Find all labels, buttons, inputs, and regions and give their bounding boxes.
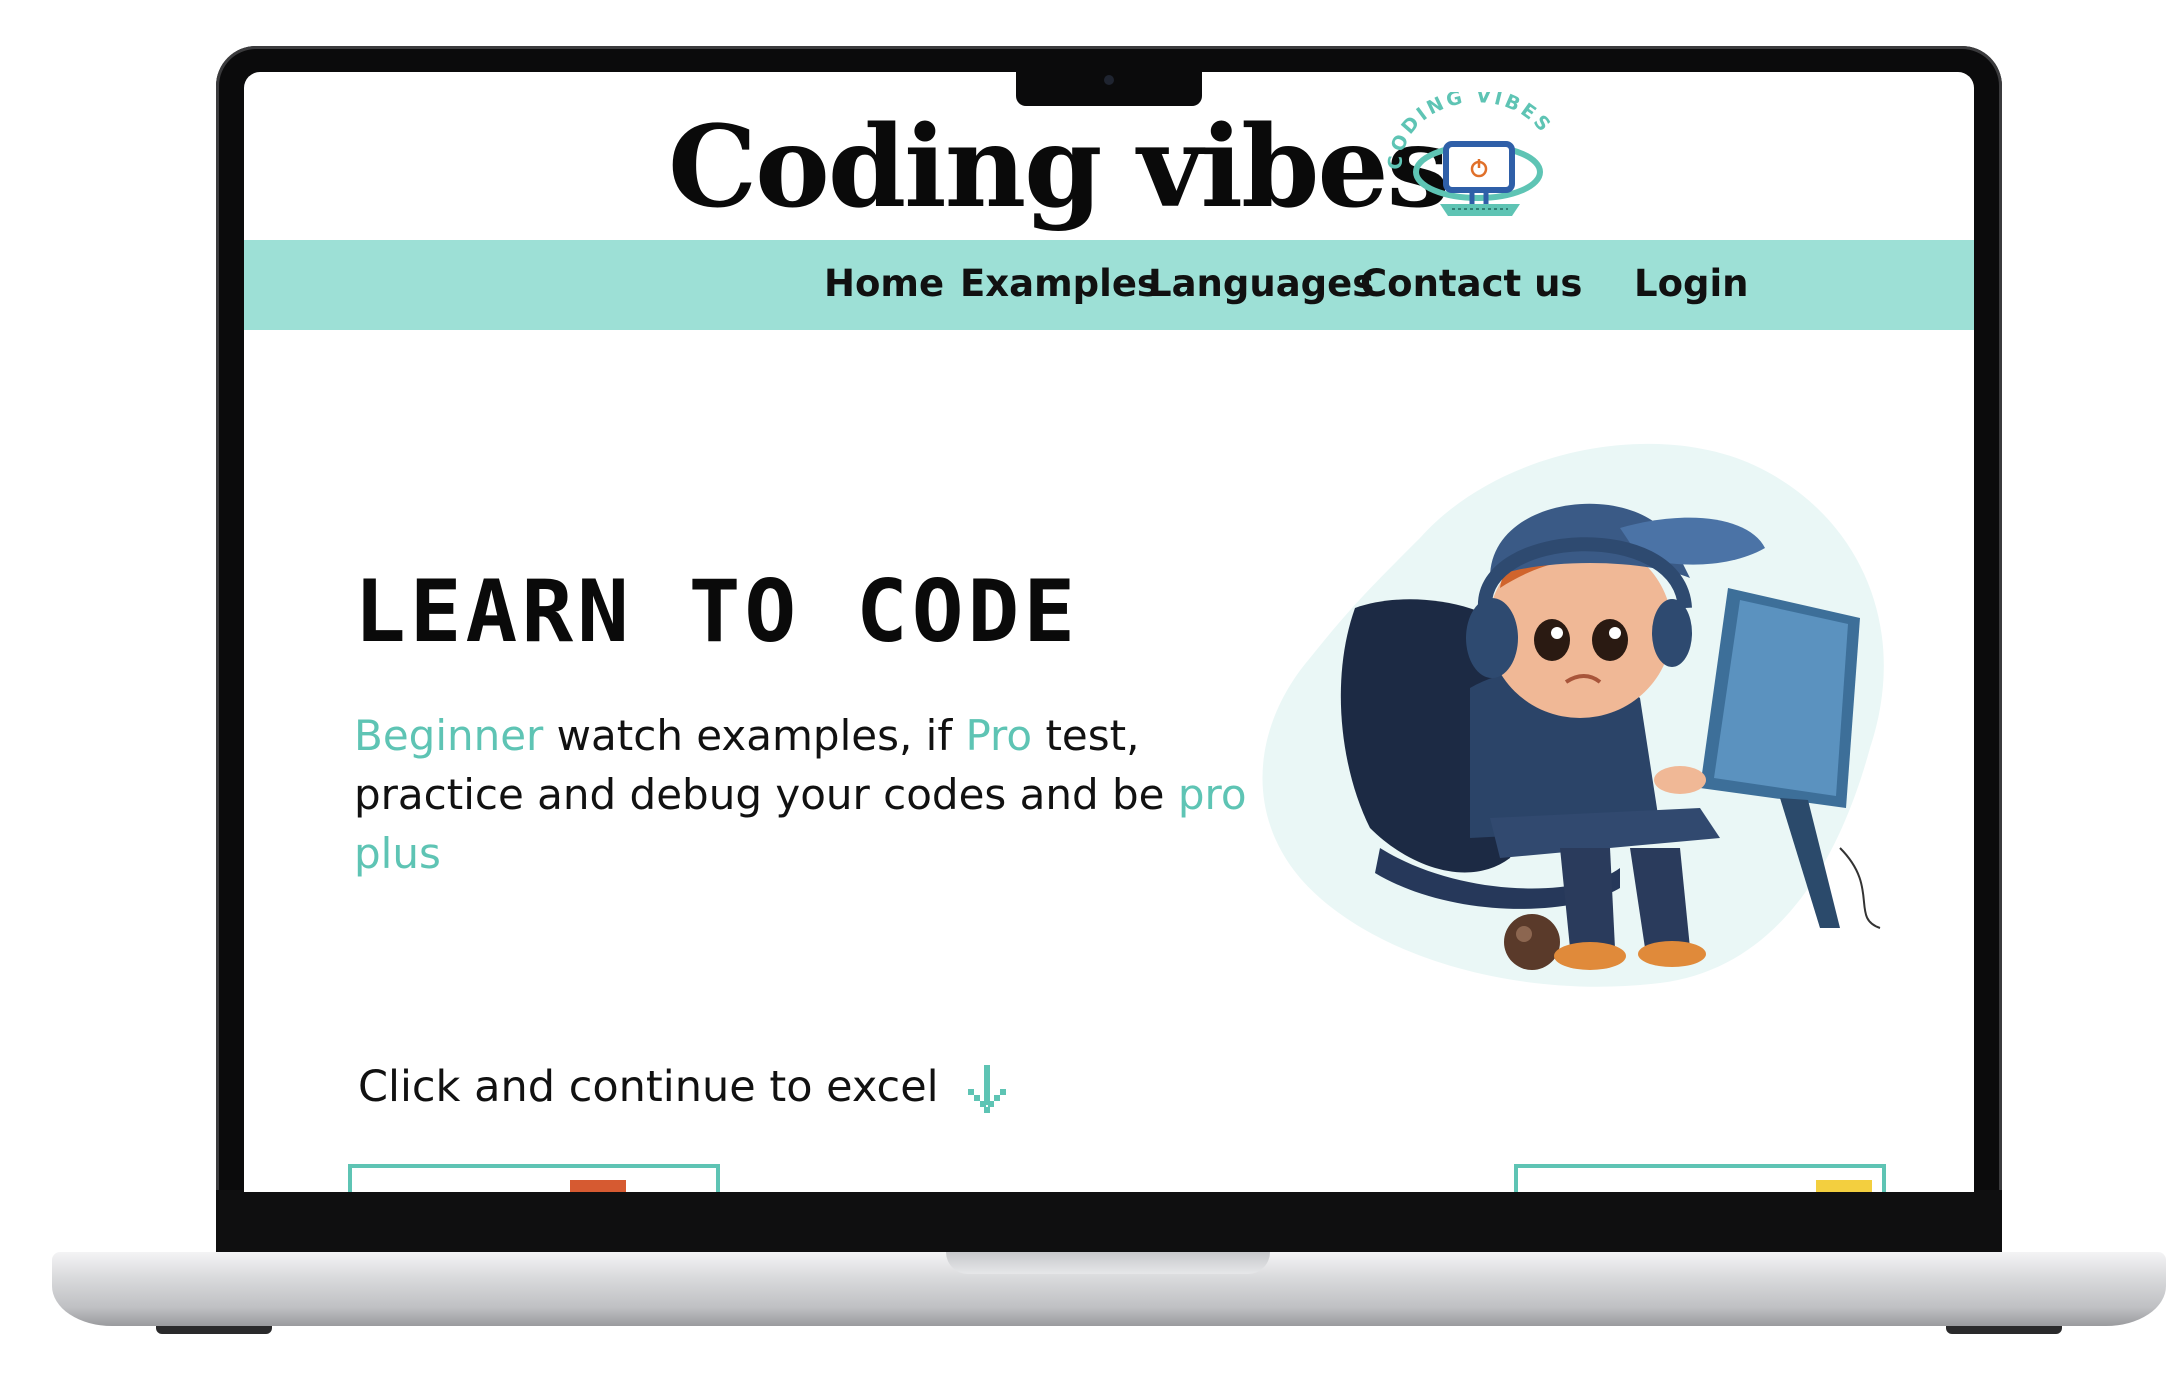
laptop-foot-right [1946,1326,2062,1334]
arrow-down-icon [968,1064,1007,1113]
cta-label: Click and continue to excel [358,1062,939,1112]
card-image-icon [570,1180,626,1192]
cta-continue[interactable]: Click and continue to excel [358,1062,1012,1117]
hero-text-segment: watch examples, if [543,711,966,760]
nav-contact-us[interactable]: Contact us [1360,262,1582,305]
nav-home[interactable]: Home [824,262,944,305]
card-image-icon [1816,1180,1872,1192]
hero-title: LEARN TO CODE [354,562,1080,662]
card-pro[interactable] [1514,1164,1886,1192]
main-navbar: Home Examples Languages Contact us Login [244,240,1974,330]
logo-icon[interactable]: CODING VIBES [1380,92,1570,222]
laptop-foot-left [156,1326,272,1334]
card-beginner[interactable] [348,1164,720,1192]
nav-examples[interactable]: Examples [960,262,1159,305]
hero-description: Beginner watch examples, if Pro test, pr… [354,706,1274,883]
laptop-chin [216,1190,2002,1254]
brand-title: Coding vibes [668,102,1450,233]
hero-text-pro: Pro [965,711,1033,760]
website-screen: Coding vibes CODING VIBES Home Examples … [244,72,1974,1192]
laptop-opening-notch [946,1252,1270,1274]
hero-text-beginner: Beginner [354,711,544,760]
nav-languages[interactable]: Languages [1148,262,1374,305]
hero-illustration [1262,443,1884,987]
nav-login[interactable]: Login [1634,262,1749,305]
camera-icon [1104,75,1114,85]
